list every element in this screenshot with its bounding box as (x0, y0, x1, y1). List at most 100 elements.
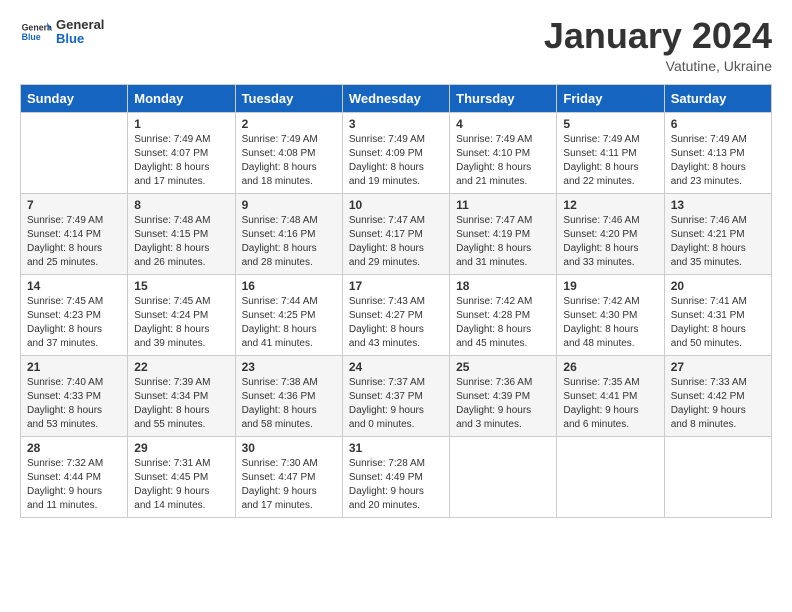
day-info: Sunrise: 7:38 AMSunset: 4:36 PMDaylight:… (242, 376, 336, 432)
day-number: 25 (456, 360, 550, 374)
day-info: Sunrise: 7:30 AMSunset: 4:47 PMDaylight:… (242, 457, 336, 513)
day-info: Sunrise: 7:28 AMSunset: 4:49 PMDaylight:… (349, 457, 443, 513)
day-info: Sunrise: 7:36 AMSunset: 4:39 PMDaylight:… (456, 376, 550, 432)
calendar-cell: 19 Sunrise: 7:42 AMSunset: 4:30 PMDaylig… (557, 274, 664, 355)
calendar-cell: 13 Sunrise: 7:46 AMSunset: 4:21 PMDaylig… (664, 193, 771, 274)
day-number: 10 (349, 198, 443, 212)
month-title: January 2024 (544, 16, 772, 56)
calendar-cell: 23 Sunrise: 7:38 AMSunset: 4:36 PMDaylig… (235, 355, 342, 436)
day-info: Sunrise: 7:47 AMSunset: 4:17 PMDaylight:… (349, 214, 443, 270)
day-info: Sunrise: 7:43 AMSunset: 4:27 PMDaylight:… (349, 295, 443, 351)
calendar-cell: 25 Sunrise: 7:36 AMSunset: 4:39 PMDaylig… (450, 355, 557, 436)
calendar-cell: 8 Sunrise: 7:48 AMSunset: 4:15 PMDayligh… (128, 193, 235, 274)
calendar-cell: 6 Sunrise: 7:49 AMSunset: 4:13 PMDayligh… (664, 112, 771, 193)
day-number: 21 (27, 360, 121, 374)
calendar-table: SundayMondayTuesdayWednesdayThursdayFrid… (20, 84, 772, 518)
calendar-cell: 21 Sunrise: 7:40 AMSunset: 4:33 PMDaylig… (21, 355, 128, 436)
day-info: Sunrise: 7:32 AMSunset: 4:44 PMDaylight:… (27, 457, 121, 513)
day-info: Sunrise: 7:45 AMSunset: 4:23 PMDaylight:… (27, 295, 121, 351)
col-header-sunday: Sunday (21, 84, 128, 112)
calendar-cell: 26 Sunrise: 7:35 AMSunset: 4:41 PMDaylig… (557, 355, 664, 436)
page: General Blue General Blue January 2024 V… (0, 0, 792, 612)
day-info: Sunrise: 7:47 AMSunset: 4:19 PMDaylight:… (456, 214, 550, 270)
day-number: 29 (134, 441, 228, 455)
calendar-cell: 5 Sunrise: 7:49 AMSunset: 4:11 PMDayligh… (557, 112, 664, 193)
calendar-cell: 28 Sunrise: 7:32 AMSunset: 4:44 PMDaylig… (21, 436, 128, 517)
day-info: Sunrise: 7:39 AMSunset: 4:34 PMDaylight:… (134, 376, 228, 432)
day-info: Sunrise: 7:48 AMSunset: 4:16 PMDaylight:… (242, 214, 336, 270)
day-number: 13 (671, 198, 765, 212)
calendar-cell: 18 Sunrise: 7:42 AMSunset: 4:28 PMDaylig… (450, 274, 557, 355)
calendar-cell: 15 Sunrise: 7:45 AMSunset: 4:24 PMDaylig… (128, 274, 235, 355)
day-info: Sunrise: 7:31 AMSunset: 4:45 PMDaylight:… (134, 457, 228, 513)
day-number: 24 (349, 360, 443, 374)
calendar-cell: 24 Sunrise: 7:37 AMSunset: 4:37 PMDaylig… (342, 355, 449, 436)
calendar-cell: 14 Sunrise: 7:45 AMSunset: 4:23 PMDaylig… (21, 274, 128, 355)
day-number: 9 (242, 198, 336, 212)
col-header-tuesday: Tuesday (235, 84, 342, 112)
calendar-cell: 9 Sunrise: 7:48 AMSunset: 4:16 PMDayligh… (235, 193, 342, 274)
day-number: 11 (456, 198, 550, 212)
calendar-week-row: 14 Sunrise: 7:45 AMSunset: 4:23 PMDaylig… (21, 274, 772, 355)
calendar-cell: 1 Sunrise: 7:49 AMSunset: 4:07 PMDayligh… (128, 112, 235, 193)
calendar-cell: 16 Sunrise: 7:44 AMSunset: 4:25 PMDaylig… (235, 274, 342, 355)
calendar-cell: 7 Sunrise: 7:49 AMSunset: 4:14 PMDayligh… (21, 193, 128, 274)
logo-blue-text: Blue (56, 32, 104, 46)
day-number: 14 (27, 279, 121, 293)
day-info: Sunrise: 7:49 AMSunset: 4:11 PMDaylight:… (563, 133, 657, 189)
day-info: Sunrise: 7:46 AMSunset: 4:21 PMDaylight:… (671, 214, 765, 270)
calendar-cell: 20 Sunrise: 7:41 AMSunset: 4:31 PMDaylig… (664, 274, 771, 355)
day-info: Sunrise: 7:41 AMSunset: 4:31 PMDaylight:… (671, 295, 765, 351)
day-info: Sunrise: 7:46 AMSunset: 4:20 PMDaylight:… (563, 214, 657, 270)
calendar-cell (21, 112, 128, 193)
day-info: Sunrise: 7:49 AMSunset: 4:09 PMDaylight:… (349, 133, 443, 189)
day-info: Sunrise: 7:49 AMSunset: 4:14 PMDaylight:… (27, 214, 121, 270)
day-info: Sunrise: 7:49 AMSunset: 4:08 PMDaylight:… (242, 133, 336, 189)
calendar-cell (664, 436, 771, 517)
col-header-wednesday: Wednesday (342, 84, 449, 112)
calendar-cell: 17 Sunrise: 7:43 AMSunset: 4:27 PMDaylig… (342, 274, 449, 355)
calendar-week-row: 21 Sunrise: 7:40 AMSunset: 4:33 PMDaylig… (21, 355, 772, 436)
logo-icon: General Blue (20, 16, 52, 48)
day-number: 27 (671, 360, 765, 374)
day-info: Sunrise: 7:49 AMSunset: 4:07 PMDaylight:… (134, 133, 228, 189)
day-number: 8 (134, 198, 228, 212)
day-number: 30 (242, 441, 336, 455)
header: General Blue General Blue January 2024 V… (20, 16, 772, 74)
day-number: 20 (671, 279, 765, 293)
calendar-cell: 31 Sunrise: 7:28 AMSunset: 4:49 PMDaylig… (342, 436, 449, 517)
logo: General Blue General Blue (20, 16, 104, 48)
day-info: Sunrise: 7:48 AMSunset: 4:15 PMDaylight:… (134, 214, 228, 270)
calendar-cell: 10 Sunrise: 7:47 AMSunset: 4:17 PMDaylig… (342, 193, 449, 274)
day-number: 3 (349, 117, 443, 131)
calendar-week-row: 7 Sunrise: 7:49 AMSunset: 4:14 PMDayligh… (21, 193, 772, 274)
day-number: 1 (134, 117, 228, 131)
col-header-friday: Friday (557, 84, 664, 112)
day-number: 5 (563, 117, 657, 131)
day-info: Sunrise: 7:45 AMSunset: 4:24 PMDaylight:… (134, 295, 228, 351)
day-info: Sunrise: 7:40 AMSunset: 4:33 PMDaylight:… (27, 376, 121, 432)
calendar-cell: 2 Sunrise: 7:49 AMSunset: 4:08 PMDayligh… (235, 112, 342, 193)
calendar-cell: 30 Sunrise: 7:30 AMSunset: 4:47 PMDaylig… (235, 436, 342, 517)
day-number: 15 (134, 279, 228, 293)
day-info: Sunrise: 7:33 AMSunset: 4:42 PMDaylight:… (671, 376, 765, 432)
calendar-cell: 4 Sunrise: 7:49 AMSunset: 4:10 PMDayligh… (450, 112, 557, 193)
day-number: 22 (134, 360, 228, 374)
calendar-week-row: 28 Sunrise: 7:32 AMSunset: 4:44 PMDaylig… (21, 436, 772, 517)
day-info: Sunrise: 7:49 AMSunset: 4:13 PMDaylight:… (671, 133, 765, 189)
day-number: 23 (242, 360, 336, 374)
day-info: Sunrise: 7:42 AMSunset: 4:28 PMDaylight:… (456, 295, 550, 351)
day-info: Sunrise: 7:49 AMSunset: 4:10 PMDaylight:… (456, 133, 550, 189)
day-number: 31 (349, 441, 443, 455)
day-number: 12 (563, 198, 657, 212)
calendar-cell: 29 Sunrise: 7:31 AMSunset: 4:45 PMDaylig… (128, 436, 235, 517)
day-info: Sunrise: 7:44 AMSunset: 4:25 PMDaylight:… (242, 295, 336, 351)
calendar-header-row: SundayMondayTuesdayWednesdayThursdayFrid… (21, 84, 772, 112)
day-number: 17 (349, 279, 443, 293)
calendar-cell: 22 Sunrise: 7:39 AMSunset: 4:34 PMDaylig… (128, 355, 235, 436)
day-number: 6 (671, 117, 765, 131)
title-block: January 2024 Vatutine, Ukraine (544, 16, 772, 74)
logo-general-text: General (56, 18, 104, 32)
day-number: 18 (456, 279, 550, 293)
day-number: 28 (27, 441, 121, 455)
